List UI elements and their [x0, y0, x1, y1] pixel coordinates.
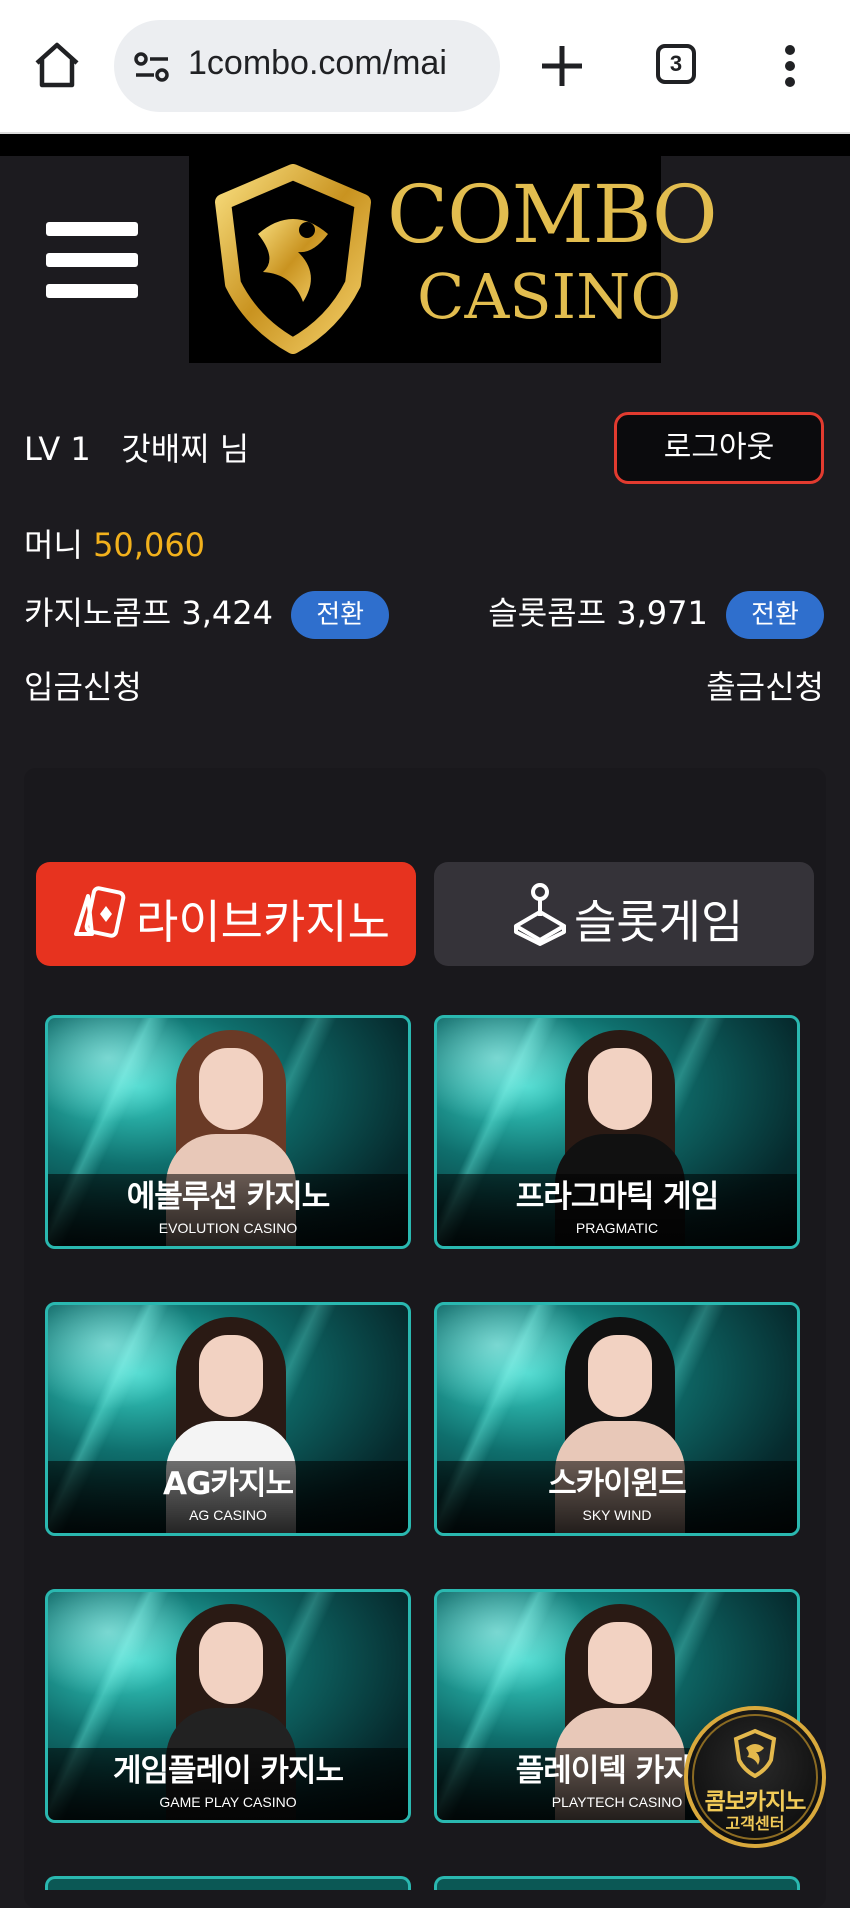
- game-card-gameplay[interactable]: 게임플레이 카지노 GAME PLAY CASINO: [45, 1589, 411, 1823]
- url-text: 1combo.com/mai: [188, 44, 447, 82]
- game-subtitle: GAME PLAY CASINO: [159, 1794, 297, 1810]
- game-card-partial[interactable]: [45, 1876, 411, 1890]
- tab-slot-games[interactable]: 슬롯게임: [434, 862, 814, 966]
- game-title: 프라그마틱 게임: [515, 1179, 719, 1215]
- joystick-icon: [514, 883, 566, 946]
- game-subtitle: EVOLUTION CASINO: [158, 1220, 298, 1236]
- casino-comp-convert-button[interactable]: 전환: [291, 591, 390, 639]
- tab-live-casino[interactable]: 라이브카지노: [36, 862, 416, 966]
- slot-comp: 슬롯콤프 3,971 전환: [488, 588, 824, 639]
- new-tab-icon[interactable]: [536, 40, 588, 92]
- menu-icon[interactable]: [46, 222, 138, 298]
- game-card-pragmatic[interactable]: 프라그마틱 게임 PRAGMATIC: [434, 1015, 800, 1249]
- game-title: 스카이윈드: [548, 1466, 687, 1502]
- logout-button[interactable]: 로그아웃: [614, 412, 824, 484]
- header-top-bar: [0, 134, 850, 156]
- game-title: 에볼루션 카지노: [126, 1179, 330, 1215]
- site-settings-icon[interactable]: [132, 50, 172, 84]
- game-subtitle: AG CASINO: [189, 1507, 267, 1523]
- address-bar[interactable]: 1combo.com/mai: [114, 20, 500, 112]
- withdraw-request-link[interactable]: 출금신청: [706, 662, 824, 708]
- slot-comp-convert-button[interactable]: 전환: [726, 591, 824, 639]
- tab-switcher-button[interactable]: 3: [656, 44, 696, 84]
- casino-comp: 카지노콤프 3,424 전환: [24, 588, 390, 639]
- home-icon[interactable]: [32, 40, 82, 90]
- shield-logo-icon: [215, 164, 371, 354]
- combo-casino-logo[interactable]: COMBO CASINO: [189, 156, 718, 363]
- game-subtitle: SKY WIND: [582, 1507, 652, 1523]
- user-name: 갓배찌 님: [121, 430, 250, 468]
- game-card-partial[interactable]: [434, 1876, 800, 1890]
- game-title: 게임플레이 카지노: [113, 1753, 344, 1789]
- browser-toolbar: 1combo.com/mai 3: [0, 0, 850, 134]
- more-menu-icon[interactable]: [780, 44, 800, 88]
- game-title: AG카지노: [163, 1466, 294, 1502]
- shield-logo-icon: [733, 1728, 777, 1778]
- game-card-ag[interactable]: AG카지노 AG CASINO: [45, 1302, 411, 1536]
- cards-icon: [74, 886, 126, 938]
- game-card-evolution[interactable]: 에볼루션 카지노 EVOLUTION CASINO: [45, 1015, 411, 1249]
- game-card-skywind[interactable]: 스카이윈드 SKY WIND: [434, 1302, 800, 1536]
- user-level: LV 1: [24, 430, 91, 468]
- money-balance: 머니 50,060: [24, 526, 206, 564]
- customer-center-button[interactable]: 콤보카지노 고객센터: [684, 1706, 826, 1848]
- tab-live-casino-label: 라이브카지노: [136, 895, 390, 949]
- deposit-request-link[interactable]: 입금신청: [24, 662, 142, 708]
- user-info: LV 1 갓배찌 님: [24, 424, 249, 470]
- money-amount: 50,060: [93, 526, 206, 564]
- tab-slot-games-label: 슬롯게임: [574, 895, 744, 949]
- game-subtitle: PRAGMATIC: [575, 1220, 659, 1236]
